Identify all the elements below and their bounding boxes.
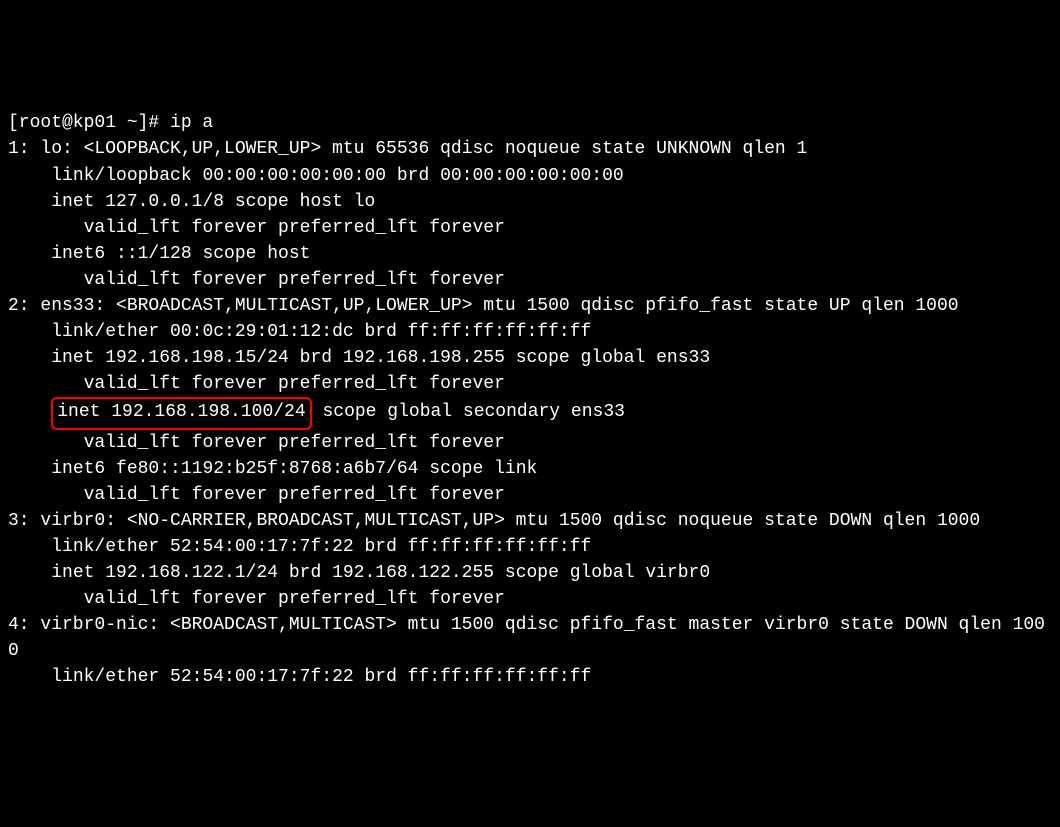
prompt-line[interactable]: [root@kp01 ~]# ip a (8, 110, 1052, 136)
output-line: 3: virbr0: <NO-CARRIER,BROADCAST,MULTICA… (8, 508, 1052, 534)
indent (8, 402, 51, 422)
output-line: 2: ens33: <BROADCAST,MULTICAST,UP,LOWER_… (8, 293, 1052, 319)
output-line: link/loopback 00:00:00:00:00:00 brd 00:0… (8, 163, 1052, 189)
command-text: ip a (170, 113, 213, 133)
output-line: inet 192.168.122.1/24 brd 192.168.122.25… (8, 560, 1052, 586)
shell-prompt: [root@kp01 ~]# (8, 113, 170, 133)
output-line: link/ether 00:0c:29:01:12:dc brd ff:ff:f… (8, 319, 1052, 345)
highlighted-ip: inet 192.168.198.100/24 (51, 397, 311, 429)
output-line: valid_lft forever preferred_lft forever (8, 267, 1052, 293)
output-line: valid_lft forever preferred_lft forever (8, 482, 1052, 508)
output-line: 1: lo: <LOOPBACK,UP,LOWER_UP> mtu 65536 … (8, 136, 1052, 162)
output-line: valid_lft forever preferred_lft forever (8, 430, 1052, 456)
output-line: inet 192.168.198.15/24 brd 192.168.198.2… (8, 345, 1052, 371)
output-line: valid_lft forever preferred_lft forever (8, 215, 1052, 241)
output-line: valid_lft forever preferred_lft forever (8, 586, 1052, 612)
output-line: valid_lft forever preferred_lft forever (8, 371, 1052, 397)
output-line-highlight: inet 192.168.198.100/24 scope global sec… (8, 397, 1052, 429)
output-line: inet 127.0.0.1/8 scope host lo (8, 189, 1052, 215)
output-line: link/ether 52:54:00:17:7f:22 brd ff:ff:f… (8, 534, 1052, 560)
output-line: 4: virbr0-nic: <BROADCAST,MULTICAST> mtu… (8, 612, 1052, 664)
output-line: inet6 fe80::1192:b25f:8768:a6b7/64 scope… (8, 456, 1052, 482)
output-line: link/ether 52:54:00:17:7f:22 brd ff:ff:f… (8, 664, 1052, 690)
output-text: scope global secondary ens33 (312, 402, 625, 422)
output-line: inet6 ::1/128 scope host (8, 241, 1052, 267)
